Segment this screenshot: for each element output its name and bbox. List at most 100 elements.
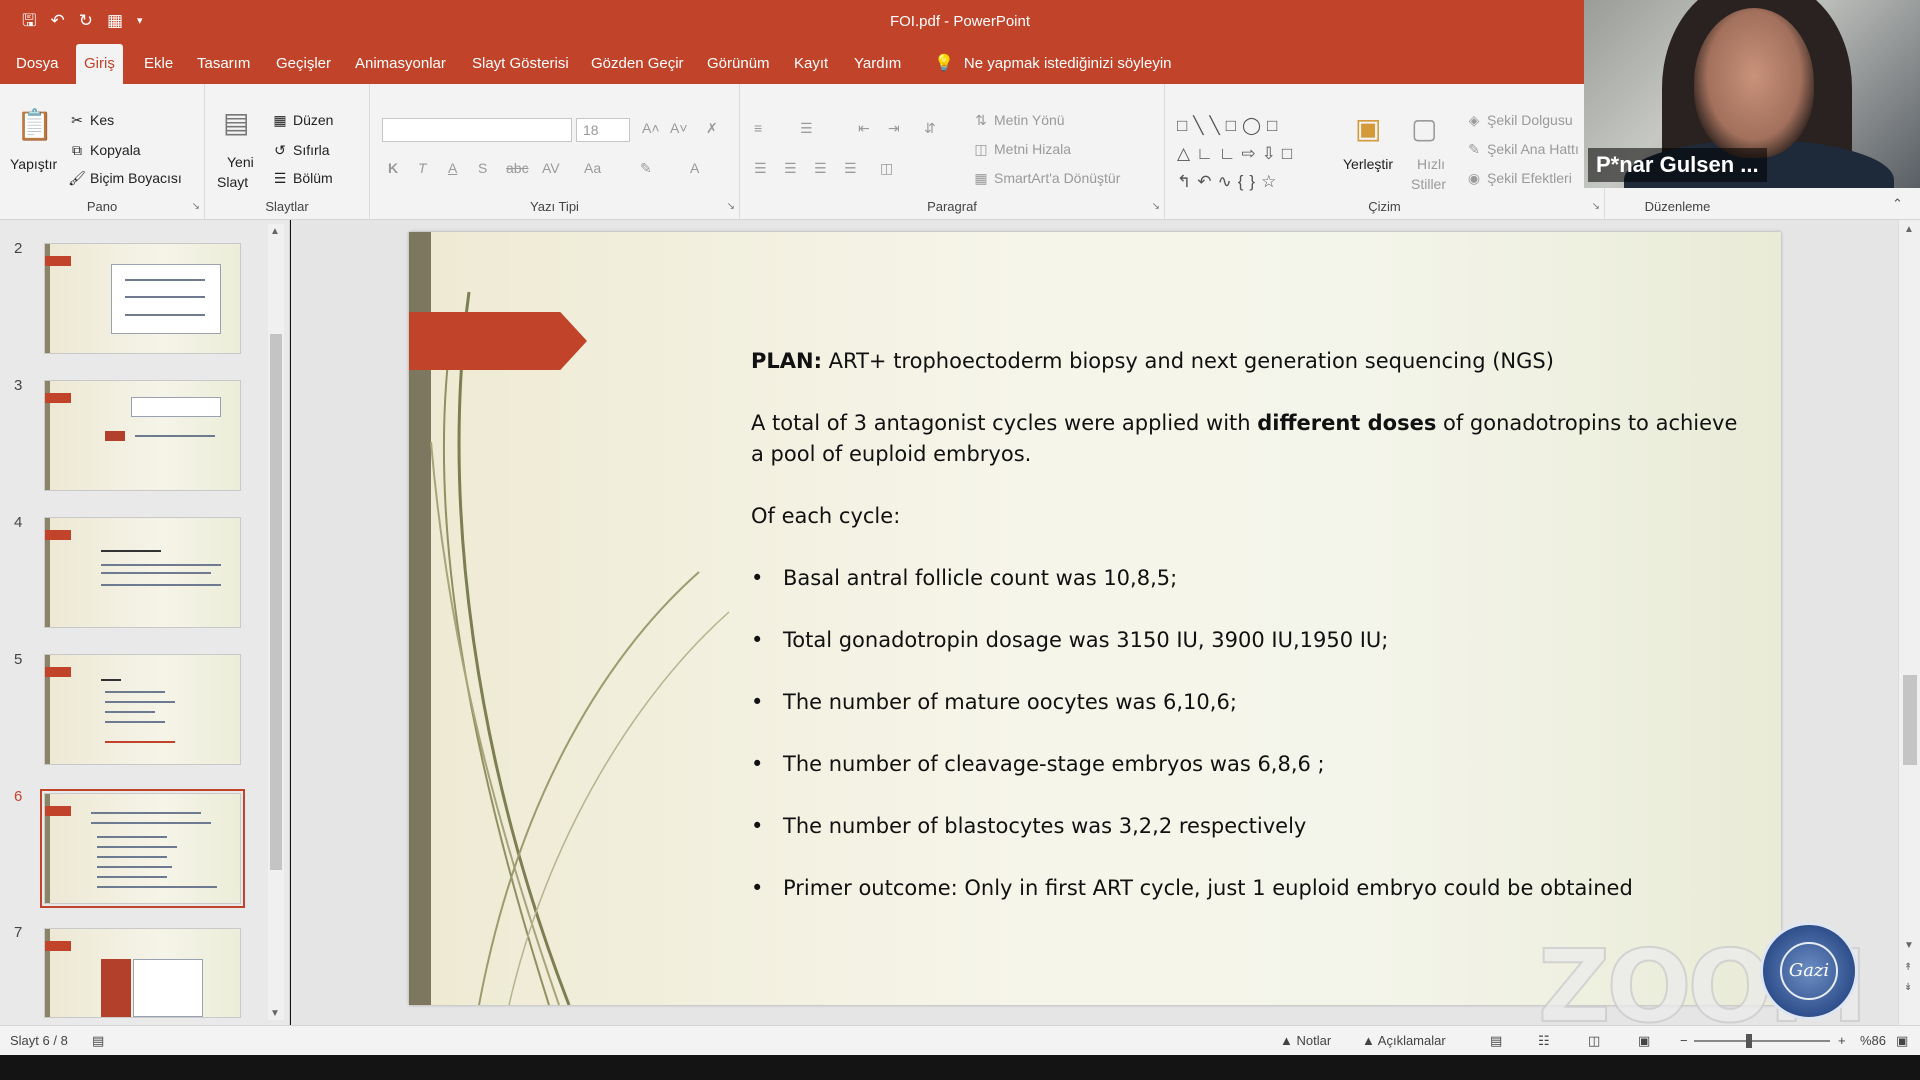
change-case-button[interactable]: Aa [584, 160, 601, 176]
cut-button[interactable]: ✂ Kes [68, 112, 114, 129]
zoom-level[interactable]: %86 [1860, 1033, 1886, 1048]
shape-effects-button[interactable]: ◉ Şekil Efektleri [1465, 170, 1572, 187]
normal-view-icon[interactable]: ▤ [1490, 1033, 1502, 1049]
align-text-button[interactable]: ◫ Metni Hizala [972, 141, 1071, 158]
clear-format-icon[interactable]: ✗ [706, 120, 718, 137]
thumbnails-scrollbar[interactable]: ▲ ▼ [268, 224, 284, 1020]
next-slide-icon[interactable]: ↡ [1904, 982, 1912, 993]
tab-gecisler[interactable]: Geçişler [268, 44, 339, 84]
bullets-icon[interactable]: ≡ [754, 120, 762, 136]
increase-indent-icon[interactable]: ⇥ [888, 120, 900, 137]
dialog-launcher-icon[interactable]: ↘ [1152, 201, 1160, 212]
bold-button[interactable]: K [388, 160, 398, 176]
columns-icon[interactable]: ◫ [880, 160, 893, 177]
shadow-button[interactable]: S [478, 160, 487, 176]
arrange-button[interactable]: Yerleştir [1343, 156, 1393, 172]
smartart-button[interactable]: ▦ SmartArt'a Dönüştür [972, 170, 1120, 187]
scrollbar-thumb[interactable] [1903, 675, 1917, 765]
line-spacing-icon[interactable]: ⇵ [924, 120, 936, 137]
tab-kayit[interactable]: Kayıt [786, 44, 836, 84]
dialog-launcher-icon[interactable]: ↘ [1592, 201, 1600, 212]
section-button[interactable]: ☰ Bölüm [271, 170, 333, 187]
dialog-launcher-icon[interactable]: ↘ [192, 201, 200, 212]
highlight-icon[interactable]: ✎ [640, 160, 652, 177]
slide-content[interactable]: PLAN: ART+ trophoectoderm biopsy and nex… [751, 346, 1751, 904]
shrink-font-icon[interactable]: A˅ [670, 120, 688, 136]
quick-styles-label-2[interactable]: Stiller [1411, 176, 1446, 192]
new-slide-label-2[interactable]: Slayt [217, 174, 248, 190]
accessibility-icon[interactable]: ▤ [92, 1033, 104, 1049]
thumbnail-number: 2 [14, 240, 23, 257]
tab-tasarim[interactable]: Tasarım [189, 44, 258, 84]
arrange-icon[interactable]: ▣ [1355, 112, 1381, 145]
slide-thumbnail-2[interactable] [44, 243, 241, 354]
reset-button[interactable]: ↺ Sıfırla [271, 142, 329, 159]
tab-slayt-gosterisi[interactable]: Slayt Gösterisi [464, 44, 577, 84]
copy-button[interactable]: ⧉ Kopyala [68, 142, 141, 159]
numbering-icon[interactable]: ☰ [800, 120, 813, 137]
slide-thumbnail-5[interactable] [44, 654, 241, 765]
char-spacing-button[interactable]: AV [542, 160, 560, 176]
tab-gorunum[interactable]: Görünüm [699, 44, 778, 84]
smartart-icon: ▦ [974, 170, 988, 186]
align-right-icon[interactable]: ☰ [814, 160, 827, 177]
tab-dosya[interactable]: Dosya [8, 44, 67, 84]
align-left-icon[interactable]: ☰ [754, 160, 767, 177]
tab-animasyonlar[interactable]: Animasyonlar [347, 44, 454, 84]
slideshow-view-icon[interactable]: ▣ [1638, 1033, 1650, 1049]
shape-fill-button[interactable]: ◈ Şekil Dolgusu [1465, 112, 1573, 129]
shape-outline-button[interactable]: ✎ Şekil Ana Hattı [1465, 141, 1579, 158]
scroll-down-icon[interactable]: ▼ [1904, 940, 1914, 951]
group-label-cizim: Çizim [1368, 199, 1401, 214]
fit-to-window-icon[interactable]: ▣ [1896, 1033, 1908, 1049]
quick-styles-icon[interactable]: ▢ [1411, 112, 1437, 145]
font-name-input[interactable] [382, 118, 572, 142]
tab-yardim[interactable]: Yardım [846, 44, 909, 84]
format-painter-button[interactable]: 🖌 Biçim Boyacısı [68, 170, 182, 187]
paste-icon[interactable]: 📋 [16, 108, 53, 143]
scrollbar-thumb[interactable] [270, 334, 282, 870]
zoom-slider[interactable] [1694, 1040, 1830, 1042]
slide-thumbnail-7[interactable] [44, 928, 241, 1018]
tab-ekle[interactable]: Ekle [136, 44, 181, 84]
slide-sorter-icon[interactable]: ☷ [1538, 1033, 1550, 1049]
font-size-input[interactable]: 18 [576, 118, 630, 142]
grow-font-icon[interactable]: A˄ [642, 120, 660, 136]
reading-view-icon[interactable]: ◫ [1588, 1033, 1600, 1049]
slide-scrollbar[interactable]: ▲ ▼ ↟ ↡ [1898, 220, 1920, 1025]
zoom-out-button[interactable]: − [1680, 1033, 1688, 1048]
tab-gozden-gecir[interactable]: Gözden Geçir [583, 44, 692, 84]
align-center-icon[interactable]: ☰ [784, 160, 797, 177]
italic-button[interactable]: T [418, 160, 427, 176]
underline-button[interactable]: A [448, 160, 457, 176]
justify-icon[interactable]: ☰ [844, 160, 857, 177]
previous-slide-icon[interactable]: ↟ [1904, 962, 1912, 973]
new-slide-label-1[interactable]: Yeni [227, 154, 254, 170]
zoom-in-button[interactable]: + [1838, 1033, 1846, 1048]
collapse-ribbon-icon[interactable]: ⌃ [1892, 196, 1903, 212]
slide-thumbnail-3[interactable] [44, 380, 241, 491]
scroll-down-icon[interactable]: ▼ [270, 1008, 280, 1019]
tab-giris[interactable]: Giriş [76, 44, 123, 84]
zoom-slider-thumb[interactable] [1746, 1034, 1752, 1048]
text-direction-button[interactable]: ⇅ Metin Yönü [972, 112, 1064, 129]
dialog-launcher-icon[interactable]: ↘ [727, 201, 735, 212]
brush-icon: 🖌 [68, 170, 86, 186]
scroll-up-icon[interactable]: ▲ [1904, 224, 1914, 235]
slide-thumbnail-6[interactable] [44, 793, 241, 904]
shapes-gallery[interactable]: □╲╲□◯□ △∟∟⇨⇩□ ↰↶∿{}☆ [1177, 112, 1337, 196]
paste-button[interactable]: Yapıştır [10, 156, 57, 172]
scroll-up-icon[interactable]: ▲ [270, 226, 280, 237]
strikethrough-button[interactable]: abc [506, 160, 529, 176]
comments-button[interactable]: ▲ Açıklamalar [1362, 1033, 1446, 1048]
decrease-indent-icon[interactable]: ⇤ [858, 120, 870, 137]
current-slide[interactable]: PLAN: ART+ trophoectoderm biopsy and nex… [409, 232, 1781, 1005]
new-slide-icon[interactable]: ▤ [223, 106, 249, 139]
quick-styles-label-1[interactable]: Hızlı [1417, 156, 1445, 172]
tell-me-search[interactable]: 💡 Ne yapmak istediğinizi söyleyin [934, 44, 1172, 84]
slide-thumbnail-4[interactable] [44, 517, 241, 628]
font-color-button[interactable]: A [690, 160, 699, 176]
layout-button[interactable]: ▦ Düzen [271, 112, 333, 129]
align-text-icon: ◫ [974, 141, 988, 157]
notes-button[interactable]: ▲ Notlar [1280, 1033, 1331, 1048]
